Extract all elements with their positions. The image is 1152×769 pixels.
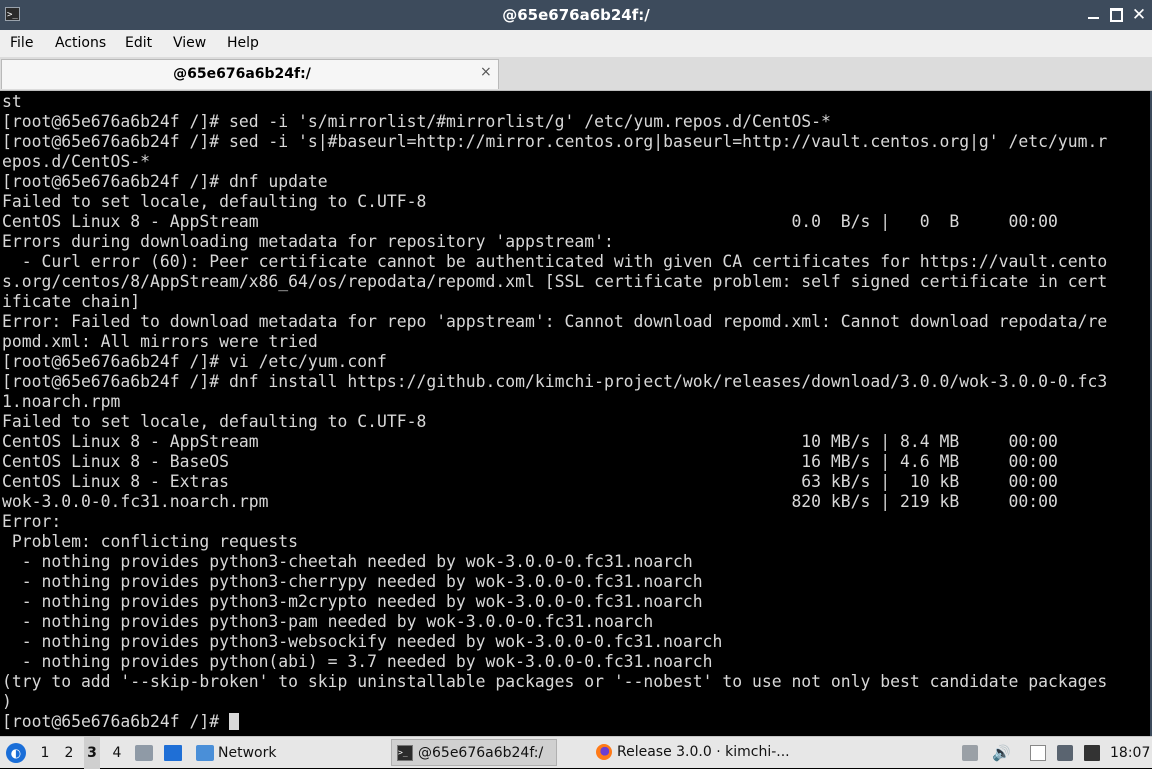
terminal-line: CentOS Linux 8 - AppStream 10 MB/s | 8.4… — [2, 432, 1058, 451]
terminal-line: Error: — [2, 512, 62, 531]
taskbar: ◐ 1 2 3 4 Network >_ @65e676a6b24f:/ Rel… — [0, 736, 1152, 769]
terminal-line: CentOS Linux 8 - BaseOS 16 MB/s | 4.6 MB… — [2, 452, 1058, 471]
terminal-line: Failed to set locale, defaulting to C.UT… — [2, 412, 427, 431]
terminal-area[interactable]: st [root@65e676a6b24f /]# sed -i 's/mirr… — [0, 91, 1150, 736]
network-launcher[interactable]: Network — [218, 737, 276, 769]
network-icon[interactable] — [1057, 745, 1073, 761]
window-title: @65e676a6b24f:/ — [502, 6, 650, 24]
menu-view[interactable]: View — [173, 30, 206, 57]
updates-icon[interactable] — [962, 745, 978, 761]
terminal-line: [root@65e676a6b24f /]# sed -i 's|#baseur… — [2, 132, 1108, 151]
clipboard-icon[interactable] — [1030, 745, 1046, 761]
terminal-line: [root@65e676a6b24f /]# dnf install https… — [2, 372, 1108, 391]
terminal-output: st [root@65e676a6b24f /]# sed -i 's/mirr… — [2, 92, 1107, 732]
task-firefox[interactable]: Release 3.0.0 · kimchi-... — [591, 739, 791, 766]
volume-icon[interactable]: 🔊 — [992, 745, 1011, 761]
tab-bar: @65e676a6b24f:/ × — [0, 57, 1152, 91]
terminal-task-icon: >_ — [397, 745, 413, 761]
terminal-line: wok-3.0.0-0.fc31.noarch.rpm 820 kB/s | 2… — [2, 492, 1058, 511]
folder-icon[interactable] — [196, 745, 214, 761]
terminal-line: Failed to set locale, defaulting to C.UT… — [2, 192, 427, 211]
workspace-2[interactable]: 2 — [61, 737, 77, 769]
terminal-line: [root@65e676a6b24f /]# dnf update — [2, 172, 328, 191]
terminal-line: [root@65e676a6b24f /]# sed -i 's/mirrorl… — [2, 112, 831, 131]
terminal-line: Problem: conflicting requests — [2, 532, 299, 551]
terminal-line: [root@65e676a6b24f /]# vi /etc/yum.conf — [2, 352, 387, 371]
tab-close-icon[interactable]: × — [480, 64, 492, 80]
terminal-line: s.org/centos/8/AppStream/x86_64/os/repod… — [2, 272, 1108, 291]
terminal-line: epos.d/CentOS-* — [2, 152, 151, 171]
terminal-line: - nothing provides python(abi) = 3.7 nee… — [2, 652, 713, 671]
terminal-prompt: [root@65e676a6b24f /]# — [2, 712, 229, 731]
close-button[interactable]: ✕ — [1128, 4, 1150, 26]
minimize-icon — [1087, 17, 1099, 19]
window-titlebar[interactable]: >_ @65e676a6b24f:/ ✕ — [0, 0, 1152, 30]
terminal-line: Errors during downloading metadata for r… — [2, 232, 614, 251]
terminal-line: - nothing provides python3-pam needed by… — [2, 612, 654, 631]
firefox-icon — [596, 744, 612, 760]
menu-bar: File Actions Edit View Help — [0, 30, 1152, 57]
tab-label: @65e676a6b24f:/ — [173, 66, 311, 82]
terminal-line: - nothing provides python3-m2crypto need… — [2, 592, 703, 611]
terminal-line: - nothing provides python3-websockify ne… — [2, 632, 723, 651]
menu-help[interactable]: Help — [227, 30, 259, 57]
maximize-button[interactable] — [1105, 4, 1127, 26]
terminal-line: Error: Failed to download metadata for r… — [2, 312, 1108, 331]
terminal-line: pomd.xml: All mirrors were tried — [2, 332, 318, 351]
terminal-line: 1.noarch.rpm — [2, 392, 121, 411]
minimize-button[interactable] — [1082, 4, 1104, 26]
battery-icon[interactable] — [1084, 745, 1100, 761]
terminal-line: (try to add '--skip-broken' to skip unin… — [2, 672, 1108, 691]
menu-file[interactable]: File — [10, 30, 33, 57]
task-terminal[interactable]: >_ @65e676a6b24f:/ — [391, 739, 557, 766]
close-icon: ✕ — [1131, 5, 1147, 25]
terminal-line: st — [2, 92, 22, 111]
terminal-line: - nothing provides python3-cherrypy need… — [2, 572, 703, 591]
terminal-line: - Curl error (60): Peer certificate cann… — [2, 252, 1108, 271]
workspace-1[interactable]: 1 — [37, 737, 53, 769]
start-menu-icon[interactable]: ◐ — [6, 743, 26, 763]
terminal-line: - nothing provides python3-cheetah neede… — [2, 552, 693, 571]
tab-terminal[interactable]: @65e676a6b24f:/ × — [1, 59, 499, 89]
terminal-line: ) — [2, 692, 12, 711]
task-firefox-label: Release 3.0.0 · kimchi-... — [617, 744, 790, 760]
clock[interactable]: 18:07 — [1110, 737, 1150, 769]
task-terminal-label: @65e676a6b24f:/ — [418, 745, 544, 761]
terminal-line: CentOS Linux 8 - Extras 63 kB/s | 10 kB … — [2, 472, 1058, 491]
terminal-cursor — [228, 713, 239, 730]
terminal-line: CentOS Linux 8 - AppStream 0.0 B/s | 0 B… — [2, 212, 1058, 231]
workspace-4[interactable]: 4 — [109, 737, 125, 769]
menu-edit[interactable]: Edit — [125, 30, 152, 57]
menu-actions[interactable]: Actions — [55, 30, 106, 57]
terminal-line: ificate chain] — [2, 292, 141, 311]
workspace-3[interactable]: 3 — [84, 737, 100, 769]
desktop-switcher-icon[interactable] — [164, 745, 182, 761]
show-desktop-icon[interactable] — [135, 745, 153, 761]
maximize-icon — [1109, 8, 1123, 22]
